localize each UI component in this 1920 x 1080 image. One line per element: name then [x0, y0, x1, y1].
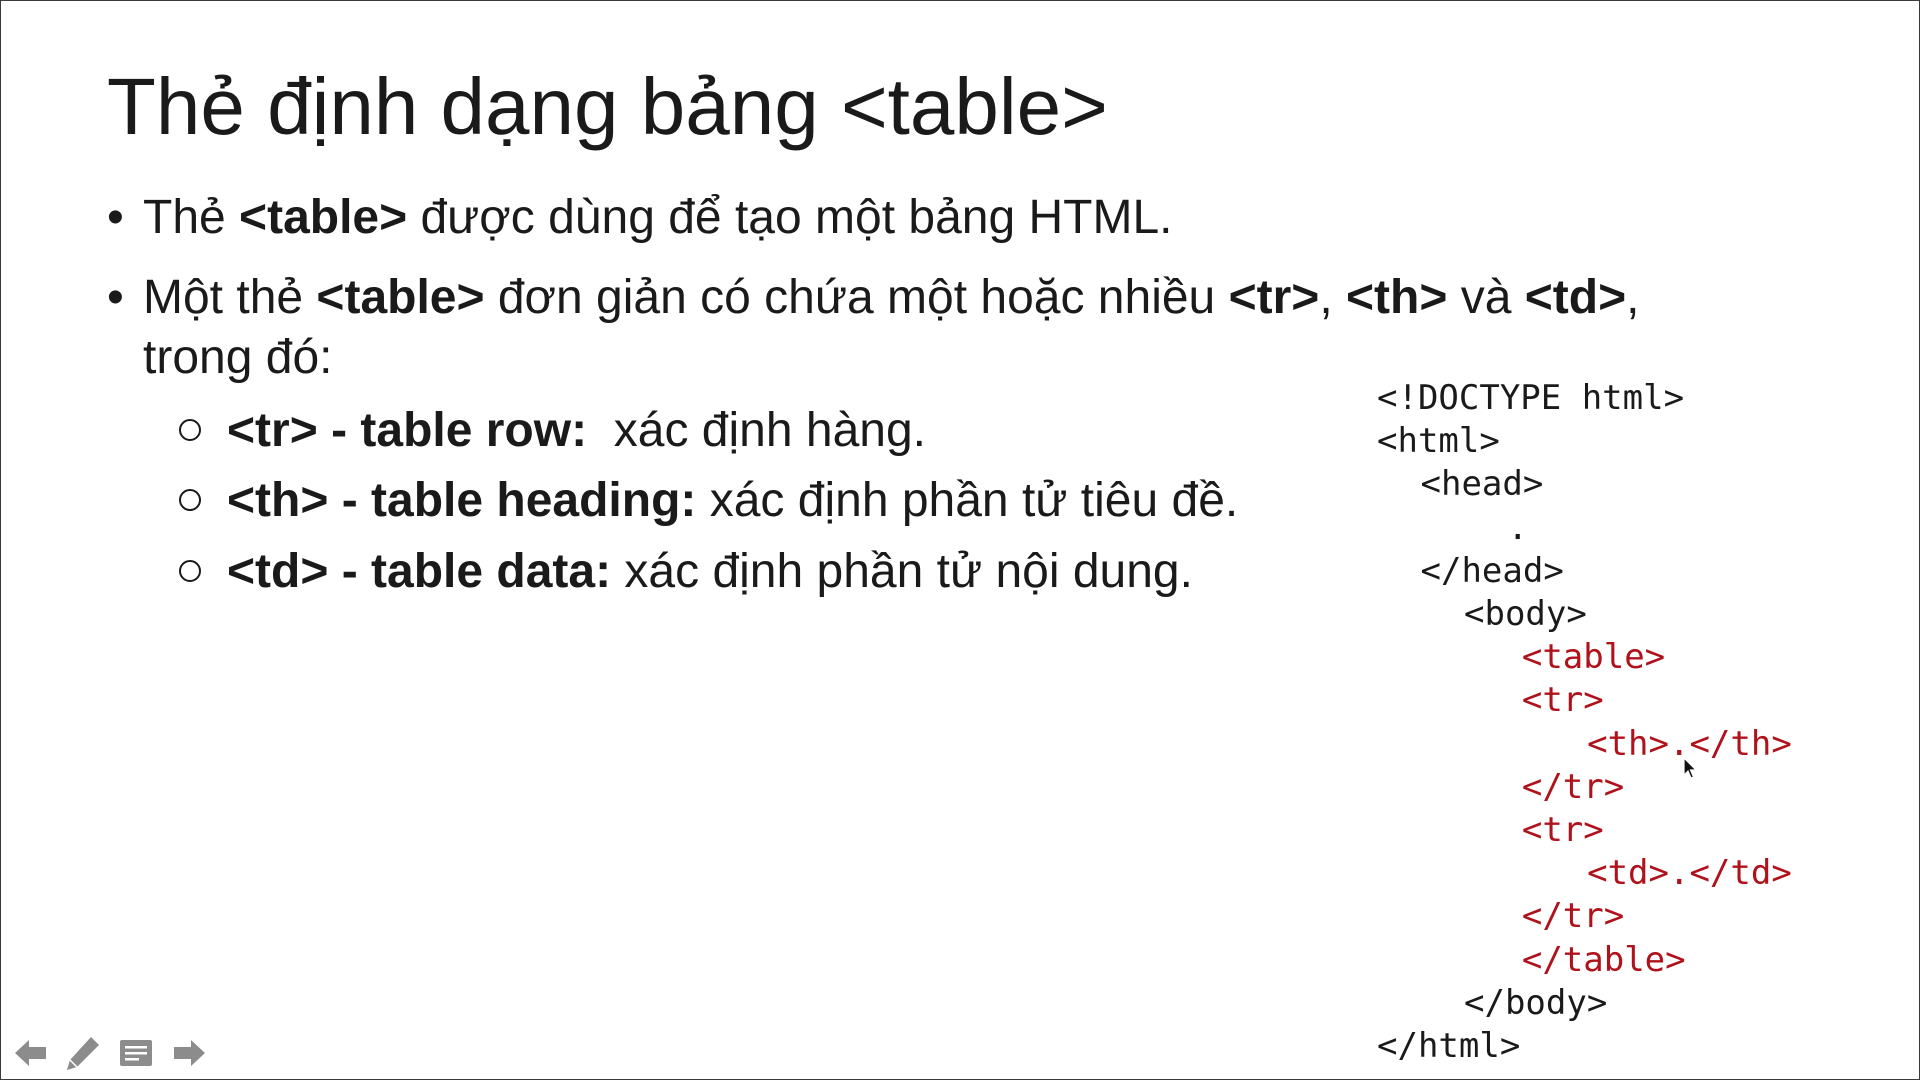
bullet-text-part: và	[1447, 271, 1525, 324]
arrow-right-icon	[174, 1040, 205, 1066]
slide-menu-icon	[120, 1040, 152, 1066]
circle-bullet-icon	[179, 560, 201, 582]
code-line: <!DOCTYPE html>	[1377, 378, 1685, 418]
bullet-text-part-bold: <table>	[239, 191, 408, 244]
sub-bullet-text: <td> - table data: xác định phần tử nội …	[227, 542, 1193, 602]
code-line: </head>	[1420, 550, 1564, 591]
code-line: </html>	[1377, 1026, 1521, 1066]
code-line: <tr>	[1521, 810, 1604, 850]
sub-bullet-term: <th> - table heading:	[227, 474, 697, 527]
code-line: </body>	[1464, 982, 1608, 1023]
next-slide-button[interactable]	[169, 1031, 209, 1075]
pen-icon	[67, 1037, 99, 1070]
code-line: <table>	[1521, 637, 1666, 678]
sub-bullet-desc: xác định hàng.	[587, 404, 926, 457]
slide-title: Thẻ định dạng bảng <table>	[107, 62, 1108, 151]
bullet-text-part: được dùng để tạo một bảng HTML.	[407, 191, 1173, 244]
code-line: </tr>	[1521, 766, 1625, 807]
bullet-continuation: trong đó:	[143, 331, 333, 384]
bullet-text: Một thẻ <table> đơn giản có chứa một hoặ…	[143, 268, 1639, 328]
pen-tool-button[interactable]	[63, 1031, 103, 1075]
bullet-marker: •	[107, 271, 124, 324]
sub-bullet-text: <tr> - table row: xác định hàng.	[227, 401, 926, 461]
sub-bullet-term: <tr> - table row:	[227, 404, 588, 457]
code-line: .	[1507, 507, 1528, 548]
bullet-text-part-bold: <th>	[1346, 271, 1448, 324]
code-line: <td>.</td>	[1587, 853, 1792, 894]
circle-bullet-icon	[179, 489, 201, 511]
previous-slide-button[interactable]	[11, 1031, 51, 1075]
sub-bullet-term: <td> - table data:	[227, 545, 612, 598]
bullet-text-part: Thẻ	[143, 191, 240, 244]
bullet-text-part-bold: <table>	[316, 271, 485, 324]
bullet-text: Thẻ <table> được dùng để tạo một bảng HT…	[143, 188, 1173, 248]
bullet-text-part: Một thẻ	[143, 271, 317, 324]
bullet-text-part-bold: <td>	[1524, 271, 1627, 324]
bullet-marker: •	[107, 191, 124, 244]
bullet-text-part: ,	[1626, 271, 1640, 324]
code-line: <tr>	[1521, 680, 1604, 721]
slide-menu-button[interactable]	[116, 1031, 156, 1075]
code-line: </tr>	[1521, 896, 1625, 937]
sub-bullet-desc: xác định phần tử tiêu đề.	[696, 474, 1239, 527]
bullet-text-part: đơn giản có chứa một hoặc nhiều	[484, 271, 1229, 324]
bullet-text-part: ,	[1319, 271, 1346, 324]
bullet-text-part-bold: <tr>	[1228, 271, 1320, 324]
arrow-left-icon	[15, 1040, 46, 1066]
code-line: <body>	[1464, 594, 1587, 634]
code-line: </table>	[1521, 939, 1686, 980]
code-line: <head>	[1420, 464, 1544, 505]
code-line: <html>	[1377, 421, 1500, 462]
sub-bullet-text: <th> - table heading: xác định phần tử t…	[227, 471, 1238, 531]
circle-bullet-icon	[179, 419, 201, 441]
sub-bullet-desc: xác định phần tử nội dung.	[611, 545, 1193, 598]
slide: Thẻ định dạng bảng <table> • Thẻ <table>…	[0, 0, 1920, 1080]
mouse-pointer-icon	[1683, 757, 1698, 779]
